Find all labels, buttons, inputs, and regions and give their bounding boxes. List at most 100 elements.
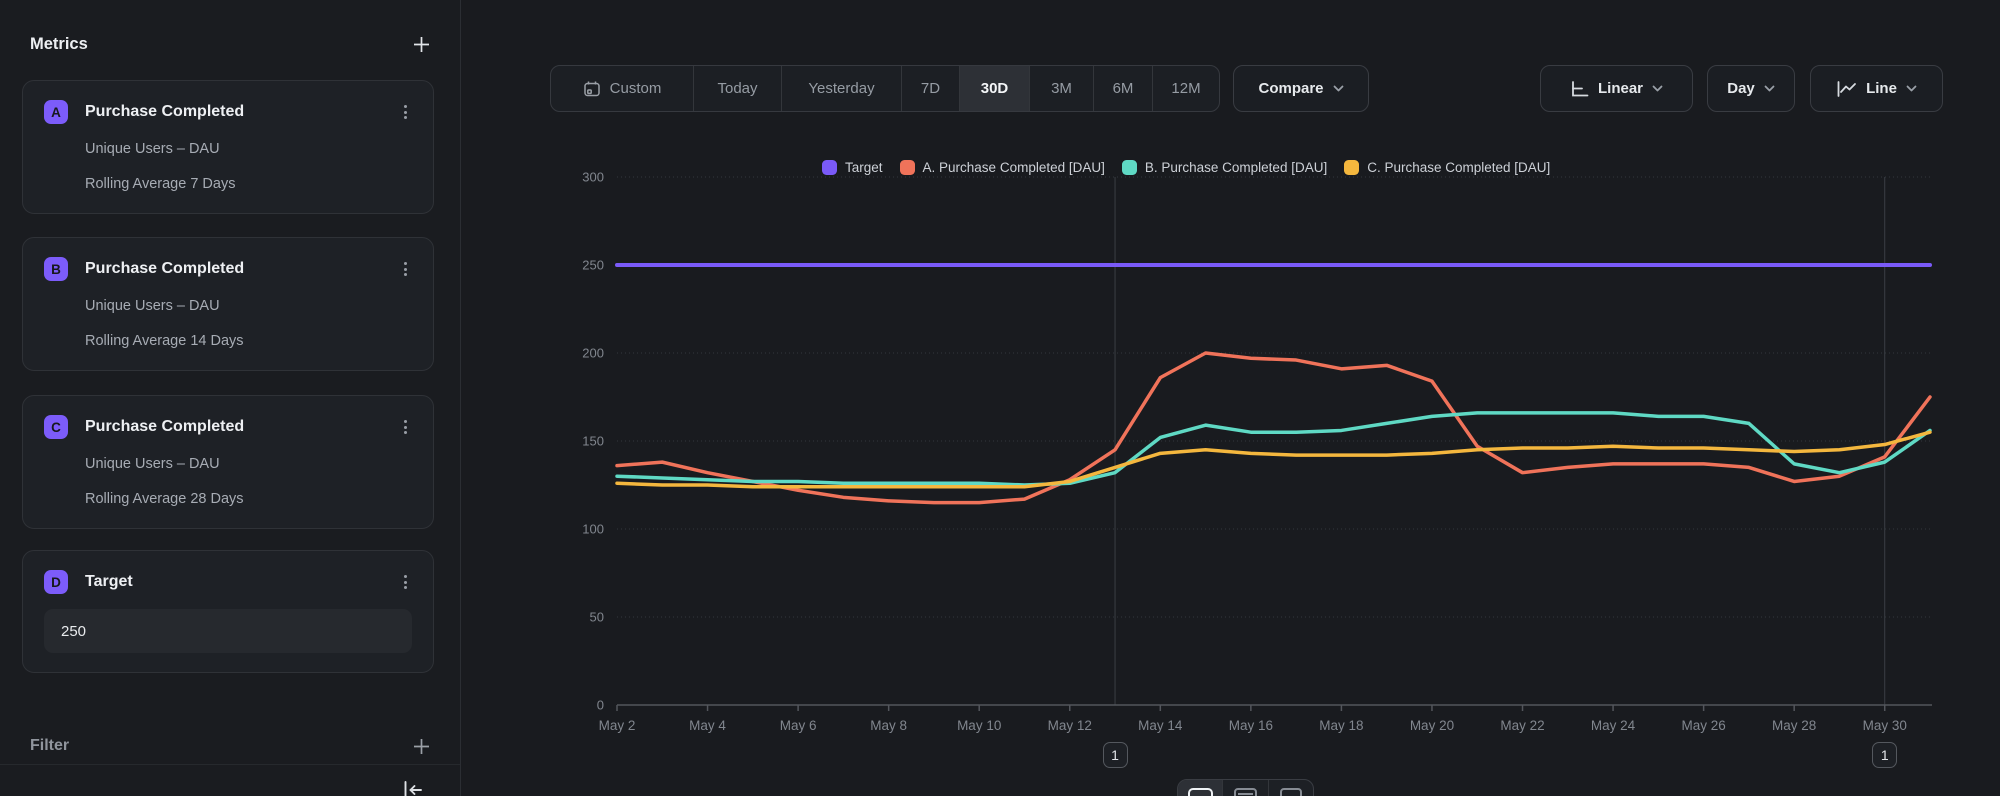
target-title: Target	[85, 573, 382, 591]
granularity-label: Day	[1727, 80, 1755, 97]
date-range-label: Yesterday	[808, 80, 874, 97]
metric-card-a[interactable]: A Purchase Completed Unique Users – DAU …	[22, 80, 434, 214]
date-range-12m[interactable]: 12M	[1152, 66, 1219, 111]
svg-text:May 14: May 14	[1138, 718, 1183, 733]
metric-rolling-average: Rolling Average 28 Days	[85, 490, 412, 509]
chevron-down-icon	[1652, 85, 1663, 92]
svg-text:May 10: May 10	[957, 718, 1001, 733]
add-filter-button[interactable]	[408, 733, 434, 759]
annotation-badge[interactable]: 1	[1872, 742, 1897, 768]
metrics-title: Metrics	[30, 35, 88, 54]
view-split-button[interactable]	[1222, 780, 1267, 796]
filter-header: Filter	[30, 733, 434, 759]
annotation-badge[interactable]: 1	[1103, 742, 1128, 768]
compare-button[interactable]: Compare	[1233, 65, 1369, 112]
svg-text:May 24: May 24	[1591, 718, 1636, 733]
line-chart-icon	[1836, 80, 1857, 98]
metric-title: Purchase Completed	[85, 260, 382, 278]
svg-text:May 20: May 20	[1410, 718, 1454, 733]
metrics-sidebar: Metrics A Purchase Completed Unique User…	[0, 0, 461, 796]
metric-measure: Unique Users – DAU	[85, 297, 412, 316]
metric-badge: A	[44, 100, 68, 124]
granularity-selector-button[interactable]: Day	[1707, 65, 1795, 112]
compare-label: Compare	[1258, 80, 1323, 97]
scale-label: Linear	[1598, 80, 1643, 97]
plus-icon	[411, 736, 432, 757]
date-range-today[interactable]: Today	[693, 66, 781, 111]
metric-badge: B	[44, 257, 68, 281]
view-table-button[interactable]	[1268, 780, 1313, 796]
filter-title: Filter	[30, 737, 69, 755]
chart-plot-area[interactable]: 0 50 100 150 200 250 300 May 2 May 4 May 6 May 8 Ma…	[560, 130, 1990, 796]
svg-text:200: 200	[582, 346, 604, 361]
svg-text:May 28: May 28	[1772, 718, 1816, 733]
svg-text:May 8: May 8	[870, 718, 907, 733]
collapse-sidebar-button[interactable]	[401, 780, 424, 796]
calendar-icon	[583, 80, 601, 98]
metric-title: Purchase Completed	[85, 418, 382, 436]
chart-view-icon	[1188, 788, 1213, 796]
target-card[interactable]: D Target	[22, 550, 434, 673]
svg-text:May 22: May 22	[1500, 718, 1544, 733]
sidebar-divider	[0, 764, 460, 765]
metric-rolling-average: Rolling Average 7 Days	[85, 175, 412, 194]
metric-title: Purchase Completed	[85, 103, 382, 121]
metric-card-b[interactable]: B Purchase Completed Unique Users – DAU …	[22, 237, 434, 371]
svg-text:150: 150	[582, 434, 604, 449]
date-range-yesterday[interactable]: Yesterday	[781, 66, 901, 111]
date-range-7d[interactable]: 7D	[901, 66, 959, 111]
metric-badge: C	[44, 415, 68, 439]
date-range-30d[interactable]: 30D	[959, 66, 1029, 111]
kebab-menu-icon[interactable]	[399, 572, 412, 592]
metric-measure: Unique Users – DAU	[85, 140, 412, 159]
chart-type-label: Line	[1866, 80, 1897, 97]
chevron-down-icon	[1906, 85, 1917, 92]
chart-type-selector-button[interactable]: Line	[1810, 65, 1943, 112]
svg-text:May 4: May 4	[689, 718, 726, 733]
metric-measure: Unique Users – DAU	[85, 455, 412, 474]
date-range-6m[interactable]: 6M	[1093, 66, 1152, 111]
metric-rolling-average: Rolling Average 14 Days	[85, 332, 412, 351]
kebab-menu-icon[interactable]	[399, 259, 412, 279]
scale-selector-button[interactable]: Linear	[1540, 65, 1693, 112]
date-range-label: Today	[717, 80, 757, 97]
svg-text:May 18: May 18	[1319, 718, 1363, 733]
svg-text:100: 100	[582, 522, 604, 537]
svg-text:May 12: May 12	[1048, 718, 1092, 733]
line-chart: 0 50 100 150 200 250 300 May 2 May 4 May 6 May 8 Ma…	[560, 130, 1990, 796]
chevron-down-icon	[1333, 85, 1344, 92]
metric-card-c[interactable]: C Purchase Completed Unique Users – DAU …	[22, 395, 434, 529]
date-range-selector: Custom Today Yesterday 7D 30D 3M 6M 12M	[550, 65, 1220, 112]
svg-text:250: 250	[582, 258, 604, 273]
date-range-custom[interactable]: Custom	[551, 66, 693, 111]
svg-text:300: 300	[582, 170, 604, 185]
table-view-icon	[1280, 788, 1302, 796]
date-range-3m[interactable]: 3M	[1029, 66, 1093, 111]
axis-scale-icon	[1570, 80, 1589, 98]
svg-text:May 2: May 2	[599, 718, 636, 733]
date-range-label: 7D	[921, 80, 940, 97]
collapse-panel-icon	[401, 780, 424, 796]
target-value-input[interactable]	[44, 609, 412, 653]
svg-text:0: 0	[597, 698, 604, 713]
svg-text:May 26: May 26	[1681, 718, 1725, 733]
date-range-label: 3M	[1051, 80, 1072, 97]
metric-badge: D	[44, 570, 68, 594]
add-metric-button[interactable]	[408, 31, 434, 57]
view-switcher	[1177, 779, 1314, 796]
date-range-label: Custom	[610, 80, 662, 97]
date-range-label: 30D	[981, 80, 1009, 97]
svg-text:May 6: May 6	[780, 718, 817, 733]
kebab-menu-icon[interactable]	[399, 417, 412, 437]
chevron-down-icon	[1764, 85, 1775, 92]
svg-text:50: 50	[590, 610, 604, 625]
date-range-label: 12M	[1171, 80, 1200, 97]
date-range-label: 6M	[1113, 80, 1134, 97]
svg-text:May 16: May 16	[1229, 718, 1273, 733]
plus-icon	[411, 34, 432, 55]
svg-text:May 30: May 30	[1863, 718, 1907, 733]
split-view-icon	[1234, 788, 1257, 796]
metrics-header: Metrics	[30, 31, 434, 57]
view-chart-button[interactable]	[1178, 780, 1222, 796]
kebab-menu-icon[interactable]	[399, 102, 412, 122]
